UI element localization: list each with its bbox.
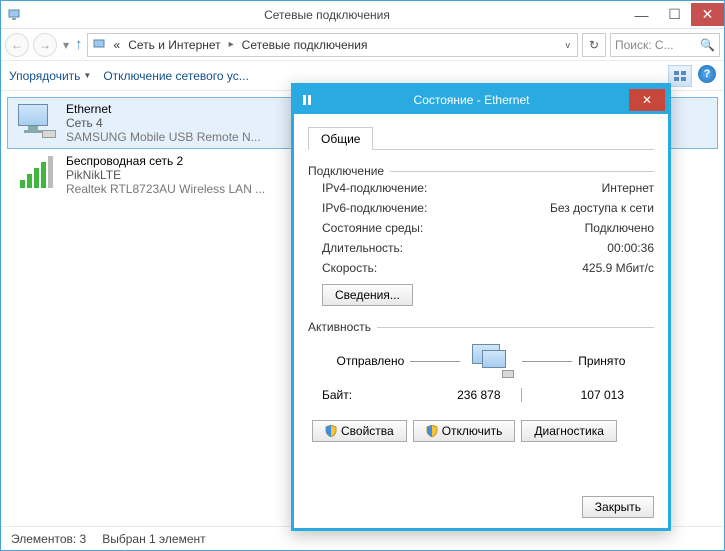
main-titlebar: Сетевые подключения — ☐ ✕ <box>1 1 724 29</box>
up-button[interactable]: ↑ <box>75 36 83 53</box>
section-connection-label: Подключение <box>308 164 384 178</box>
bytes-received-value: 107 013 <box>526 388 641 402</box>
activity-icon <box>466 342 516 380</box>
item-device: Realtek RTL8723AU Wireless LAN ... <box>66 182 265 196</box>
nav-row: ← → ▾ ↑ « Сеть и Интернет ▸ Сетевые подк… <box>1 29 724 61</box>
disable-device-link[interactable]: Отключение сетевого ус... <box>103 69 248 83</box>
selection-info: Выбран 1 элемент <box>102 532 205 546</box>
organize-menu[interactable]: Упорядочить ▼ <box>9 69 91 83</box>
search-icon: 🔍 <box>700 38 715 52</box>
item-count: Элементов: 3 <box>11 532 86 546</box>
disable-button[interactable]: Отключить <box>413 420 516 442</box>
minimize-button[interactable]: — <box>625 3 658 26</box>
window-title: Сетевые подключения <box>29 8 625 22</box>
status-dialog: Состояние - Ethernet ✕ Общие Подключение… <box>291 83 671 531</box>
recent-locations-chevron[interactable]: ▾ <box>61 38 71 52</box>
speed-label: Скорость: <box>322 261 377 275</box>
maximize-button[interactable]: ☐ <box>658 3 691 26</box>
address-bar[interactable]: « Сеть и Интернет ▸ Сетевые подключения … <box>87 33 578 57</box>
item-device: SAMSUNG Mobile USB Remote N... <box>66 130 261 144</box>
diagnose-button[interactable]: Диагностика <box>521 420 617 442</box>
ethernet-icon <box>14 102 58 142</box>
media-state-label: Состояние среды: <box>322 221 423 235</box>
view-options-button[interactable] <box>668 65 692 87</box>
breadcrumb-prefix: « <box>112 38 123 52</box>
address-dropdown-icon[interactable]: v <box>563 40 574 50</box>
shield-icon <box>325 425 337 437</box>
chevron-right-icon[interactable]: ▸ <box>227 39 236 50</box>
received-label: Принято <box>578 354 625 368</box>
shield-icon <box>426 425 438 437</box>
search-placeholder: Поиск: С... <box>615 38 674 52</box>
item-title: Ethernet <box>66 102 261 116</box>
duration-label: Длительность: <box>322 241 403 255</box>
forward-button[interactable]: → <box>33 33 57 57</box>
network-connections-icon <box>7 7 23 23</box>
ipv4-value: Интернет <box>602 181 654 195</box>
ipv6-label: IPv6-подключение: <box>322 201 427 215</box>
ipv4-label: IPv4-подключение: <box>322 181 427 195</box>
bytes-label: Байт: <box>322 388 402 402</box>
dialog-close-button[interactable]: ✕ <box>629 89 665 111</box>
folder-icon <box>92 37 108 53</box>
bytes-sent-value: 236 878 <box>402 388 517 402</box>
details-button[interactable]: Сведения... <box>322 284 413 306</box>
breadcrumb-segment-1[interactable]: Сеть и Интернет <box>126 38 222 52</box>
dialog-title: Состояние - Ethernet <box>314 93 629 107</box>
media-state-value: Подключено <box>585 221 654 235</box>
properties-button[interactable]: Свойства <box>312 420 407 442</box>
help-button[interactable]: ? <box>698 65 716 83</box>
dialog-titlebar[interactable]: Состояние - Ethernet ✕ <box>294 86 668 114</box>
back-button[interactable]: ← <box>5 33 29 57</box>
duration-value: 00:00:36 <box>607 241 654 255</box>
tab-general[interactable]: Общие <box>308 127 373 150</box>
search-input[interactable]: Поиск: С... 🔍 <box>610 33 720 57</box>
adapter-icon <box>300 93 314 107</box>
chevron-down-icon: ▼ <box>83 71 91 80</box>
sent-label: Отправлено <box>337 354 405 368</box>
ipv6-value: Без доступа к сети <box>550 201 654 215</box>
breadcrumb-segment-2[interactable]: Сетевые подключения <box>240 38 370 52</box>
speed-value: 425.9 Мбит/с <box>582 261 654 275</box>
item-title: Беспроводная сеть 2 <box>66 154 265 168</box>
wifi-icon <box>14 154 58 194</box>
item-subtitle: PikNikLTE <box>66 168 265 182</box>
close-button[interactable]: ✕ <box>691 3 724 26</box>
close-dialog-button[interactable]: Закрыть <box>582 496 654 518</box>
refresh-button[interactable]: ↻ <box>582 33 606 57</box>
section-activity-label: Активность <box>308 320 371 334</box>
item-subtitle: Сеть 4 <box>66 116 261 130</box>
